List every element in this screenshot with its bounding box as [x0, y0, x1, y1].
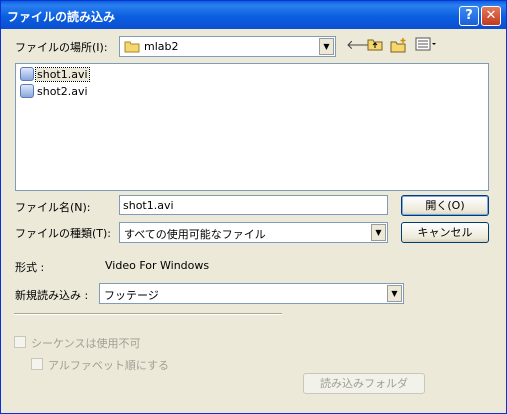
filename-value: shot1.avi: [123, 199, 174, 212]
sequence-label: シーケンスは使用不可: [31, 337, 141, 350]
chevron-down-icon[interactable]: ▼: [371, 224, 386, 241]
import-folder-button[interactable]: 読み込みフォルダ: [303, 373, 425, 394]
view-menu-icon[interactable]: [415, 37, 437, 55]
look-in-label: ファイルの場所(I):: [15, 41, 108, 54]
sequence-checkbox[interactable]: [14, 336, 26, 348]
list-item[interactable]: shot2.avi: [20, 84, 89, 100]
look-in-dropdown[interactable]: mlab2 ▼: [119, 36, 336, 57]
import-as-dropdown[interactable]: フッテージ ▼: [99, 283, 404, 304]
filetype-label: ファイルの種類(T):: [15, 227, 112, 240]
file-list[interactable]: shot1.avi shot2.avi: [15, 63, 489, 191]
file-name: shot2.avi: [37, 84, 88, 98]
divider: [14, 313, 282, 315]
new-folder-icon[interactable]: [390, 37, 408, 55]
import-as-value: フッテージ: [104, 289, 159, 302]
alphabetical-label: アルファベット順にする: [48, 359, 169, 372]
title-bar[interactable]: ファイルの読み込み ? ✕: [1, 1, 506, 29]
format-label: 形式 :: [15, 261, 45, 274]
chevron-down-icon[interactable]: ▼: [319, 38, 334, 55]
chevron-down-icon[interactable]: ▼: [387, 285, 402, 302]
import-as-label: 新規読み込み :: [15, 289, 89, 302]
import-file-dialog: ファイルの読み込み ? ✕ ファイルの場所(I): mlab2 ▼ 🡐 shot…: [0, 0, 507, 414]
avi-file-icon: [20, 84, 34, 98]
help-button[interactable]: ?: [459, 6, 479, 26]
window-title: ファイルの読み込み: [7, 10, 116, 24]
avi-file-icon: [20, 67, 34, 81]
alphabetical-checkbox[interactable]: [31, 358, 43, 370]
folder-icon: [124, 40, 140, 56]
up-folder-icon[interactable]: [367, 37, 383, 55]
filename-label: ファイル名(N):: [15, 201, 91, 214]
open-button[interactable]: 開く(O): [401, 195, 489, 216]
list-item[interactable]: shot1.avi: [20, 66, 90, 83]
file-name: shot1.avi: [35, 66, 90, 82]
format-value: Video For Windows: [105, 259, 210, 272]
filename-field[interactable]: shot1.avi: [119, 195, 388, 215]
look-in-value: mlab2: [144, 40, 179, 53]
filetype-value: すべての使用可能なファイル: [124, 228, 266, 241]
cancel-button[interactable]: キャンセル: [401, 222, 489, 243]
close-button[interactable]: ✕: [481, 6, 501, 26]
filetype-dropdown[interactable]: すべての使用可能なファイル ▼: [119, 222, 388, 243]
